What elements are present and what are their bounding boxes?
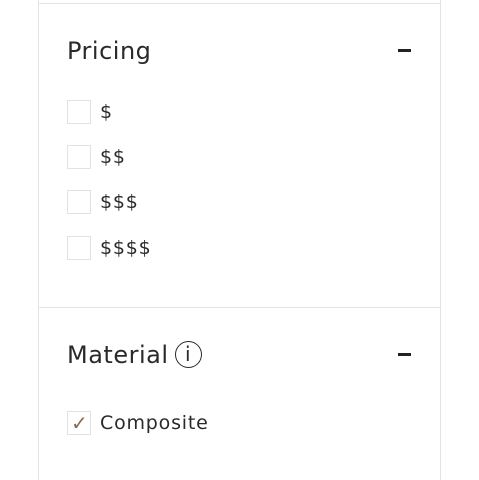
checkbox[interactable]	[67, 236, 91, 260]
option-label: $	[100, 101, 113, 123]
checkbox-checked[interactable]: ✓	[67, 411, 91, 435]
pricing-option-2[interactable]: $$	[67, 144, 126, 170]
checkmark-icon: ✓	[71, 411, 88, 435]
pricing-collapse-icon[interactable]	[398, 49, 411, 52]
option-label: $$	[100, 146, 126, 168]
top-border	[39, 3, 440, 4]
material-title-row: Material i	[67, 340, 202, 369]
option-label: $$$$	[100, 237, 152, 259]
pricing-title: Pricing	[67, 37, 152, 65]
pricing-option-1[interactable]: $	[67, 99, 113, 125]
pricing-option-4[interactable]: $$$$	[67, 235, 152, 261]
option-label: Composite	[100, 412, 209, 434]
option-label: $$$	[100, 191, 139, 213]
filter-panel: Pricing $ $$ $$$ $$$$ Material i ✓ Compos…	[38, 0, 441, 480]
pricing-option-3[interactable]: $$$	[67, 189, 139, 215]
info-icon[interactable]: i	[174, 340, 202, 368]
checkbox[interactable]	[67, 145, 91, 169]
material-title: Material	[67, 341, 169, 369]
checkbox[interactable]	[67, 190, 91, 214]
material-collapse-icon[interactable]	[398, 353, 411, 356]
section-divider	[39, 307, 440, 308]
material-option-composite[interactable]: ✓ Composite	[67, 410, 209, 436]
checkbox[interactable]	[67, 100, 91, 124]
